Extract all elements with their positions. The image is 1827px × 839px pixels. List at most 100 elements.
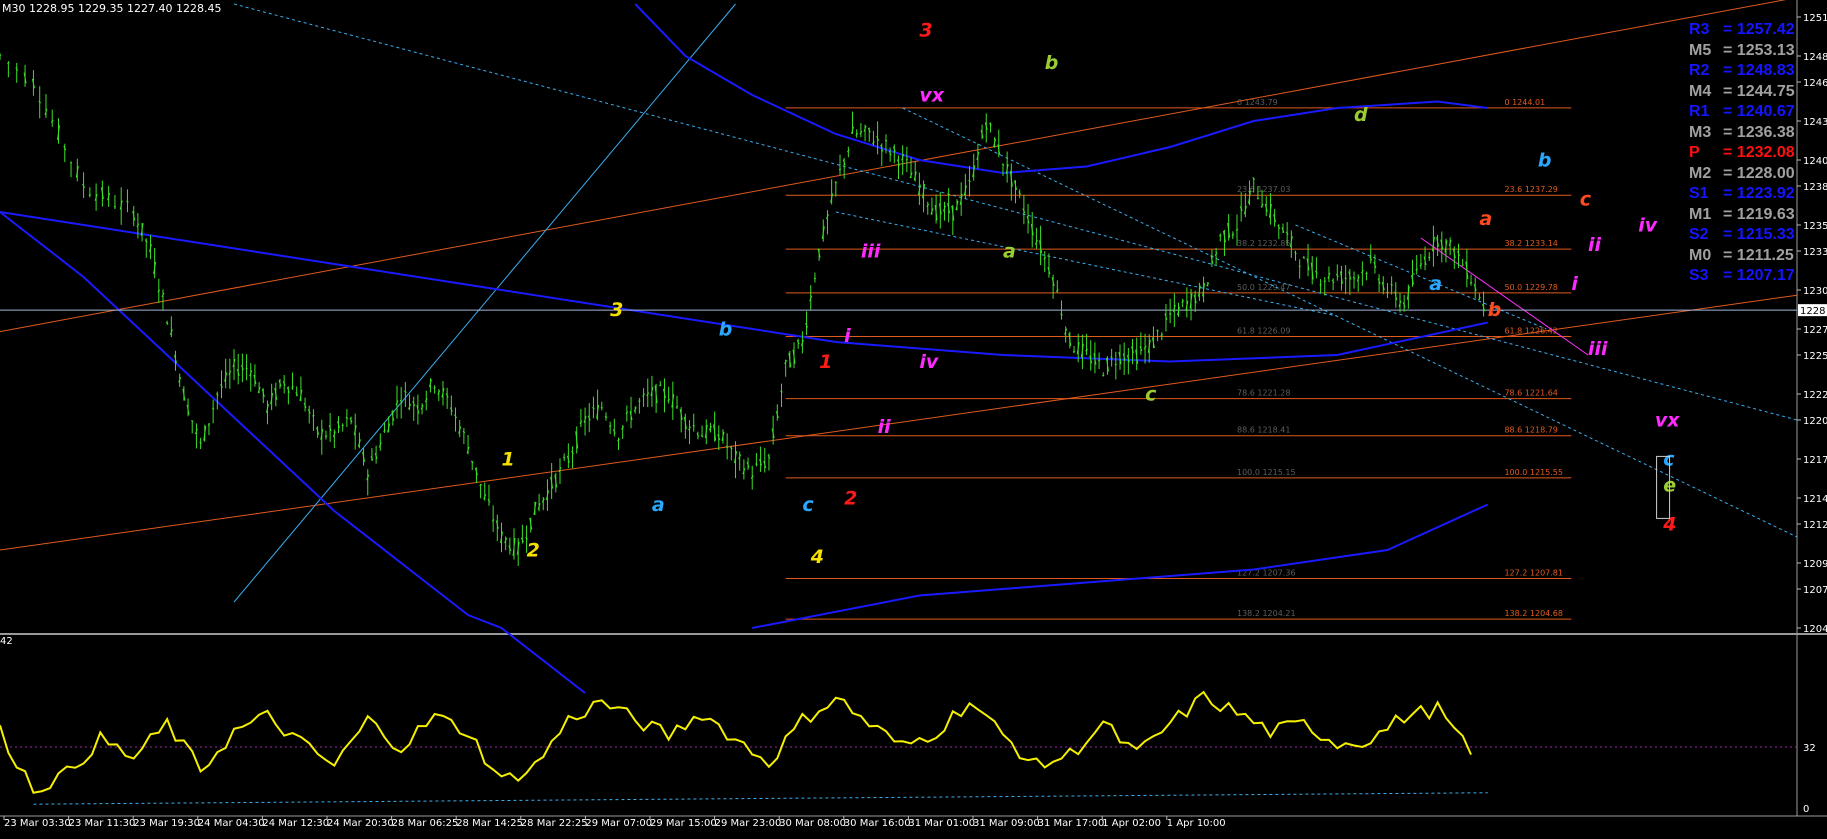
candle-body bbox=[1219, 234, 1222, 237]
candle-body bbox=[404, 390, 407, 394]
price-chart[interactable]: 1251124812461243124012381235123312301227… bbox=[0, 0, 1827, 839]
oscillator-trend-line bbox=[33, 792, 1488, 805]
y-tick-label: 1222 bbox=[1803, 390, 1827, 401]
pivot-name: P bbox=[1689, 144, 1700, 161]
x-tick-label: 23 Mar 03:30 bbox=[4, 818, 71, 829]
pivot-name: S3 bbox=[1689, 267, 1709, 284]
candle-body bbox=[1160, 333, 1164, 337]
x-tick-label: 28 Mar 22:25 bbox=[521, 818, 588, 829]
pivot-value: = 1223.92 bbox=[1723, 185, 1795, 202]
wave-label: a bbox=[1003, 241, 1016, 263]
wave-label: ii bbox=[1588, 234, 1602, 256]
candle-body bbox=[491, 519, 495, 522]
candle-body bbox=[1114, 363, 1118, 366]
candle-body bbox=[291, 386, 294, 389]
pivot-row: R1 = 1240.67 bbox=[1689, 102, 1819, 123]
candle-body bbox=[1469, 281, 1473, 284]
pivot-name: S1 bbox=[1689, 185, 1709, 202]
wave-label: vx bbox=[1655, 410, 1680, 432]
timeframe-label: M30 bbox=[2, 2, 26, 15]
candle-body bbox=[884, 139, 888, 142]
channel-line bbox=[902, 107, 1798, 538]
fib-level-label: 0 1244.01 bbox=[1504, 98, 1545, 107]
candle-body bbox=[211, 407, 215, 410]
candle-body bbox=[245, 367, 248, 370]
pivot-name: S2 bbox=[1689, 226, 1709, 243]
y-tick-label: 1204 bbox=[1803, 624, 1827, 635]
pivot-value: = 1257.42 bbox=[1723, 21, 1795, 38]
x-tick-label: 23 Mar 11:30 bbox=[69, 818, 136, 829]
wave-label: 2 bbox=[527, 540, 540, 562]
candle-body bbox=[834, 181, 837, 184]
candle-body bbox=[617, 438, 620, 442]
fib-level-label: 78.6 1221.64 bbox=[1504, 389, 1557, 398]
pivot-row: R2 = 1248.83 bbox=[1689, 61, 1819, 82]
pivot-row: M2 = 1228.00 bbox=[1689, 164, 1819, 185]
wave-label: a bbox=[1429, 273, 1442, 295]
wave-label: b bbox=[1488, 299, 1502, 321]
candle-body bbox=[345, 416, 349, 420]
candle-body bbox=[1235, 228, 1239, 232]
oscillator-tick-label: 32 bbox=[1803, 743, 1816, 754]
ohlc-values: 1228.95 1229.35 1227.40 1228.45 bbox=[29, 2, 222, 15]
candle-body bbox=[604, 415, 608, 419]
wave-label: d bbox=[1354, 104, 1368, 126]
wave-label: i bbox=[844, 325, 851, 347]
pivot-value: = 1236.38 bbox=[1723, 123, 1795, 141]
moving-average-line bbox=[752, 503, 1489, 629]
y-tick-label: 1207 bbox=[1803, 585, 1827, 596]
pivot-row: M1 = 1219.63 bbox=[1689, 205, 1819, 226]
candle-body bbox=[1415, 268, 1419, 271]
wave-label: 3 bbox=[610, 299, 623, 321]
wave-label: vx bbox=[919, 85, 944, 107]
candle-body bbox=[312, 414, 315, 417]
fib-level-label: 100.0 1215.55 bbox=[1504, 468, 1563, 477]
pivot-name: M2 bbox=[1689, 164, 1712, 182]
wave-label: iv bbox=[1638, 215, 1658, 237]
fib-level-label: 127.2 1207.81 bbox=[1504, 568, 1563, 577]
candle-body bbox=[562, 456, 566, 459]
x-tick-label: 28 Mar 14:25 bbox=[456, 818, 523, 829]
pivot-value: = 1228.00 bbox=[1723, 164, 1795, 182]
wave-label: 3 bbox=[919, 20, 932, 42]
oscillator-window-label: 42 bbox=[0, 636, 13, 647]
x-tick-label: 30 Mar 08:00 bbox=[779, 818, 846, 829]
x-tick-label: 29 Mar 15:00 bbox=[650, 818, 717, 829]
x-tick-label: 31 Mar 09:00 bbox=[973, 818, 1040, 829]
pivot-row: P = 1232.08 bbox=[1689, 143, 1819, 164]
pivot-value: = 1248.83 bbox=[1723, 62, 1795, 79]
x-tick-label: 1 Apr 10:00 bbox=[1167, 818, 1226, 829]
pivot-name: M4 bbox=[1689, 82, 1712, 100]
candle-body bbox=[324, 435, 328, 438]
wave-label: c bbox=[1580, 189, 1592, 211]
pivot-row: S2 = 1215.33 bbox=[1689, 225, 1819, 246]
y-tick-label: 1217 bbox=[1803, 455, 1827, 466]
candle-body bbox=[1102, 374, 1105, 377]
candle-body bbox=[1302, 257, 1306, 259]
price-marker-label: 1228 bbox=[1800, 306, 1825, 317]
wave-label: 1 bbox=[819, 351, 832, 373]
x-tick-label: 31 Mar 01:00 bbox=[908, 818, 975, 829]
wave-label: iii bbox=[1588, 338, 1608, 360]
candle-body bbox=[675, 405, 679, 408]
candle-body bbox=[989, 122, 992, 126]
pivot-value: = 1211.25 bbox=[1723, 246, 1794, 264]
candle-body bbox=[1097, 359, 1101, 362]
fib-level-label: 88.6 1218.79 bbox=[1504, 426, 1557, 435]
candle-body bbox=[1156, 329, 1159, 332]
candle-body bbox=[1060, 313, 1063, 316]
y-tick-label: 1225 bbox=[1803, 351, 1827, 362]
candle-body bbox=[462, 430, 466, 434]
fib-level-label-faint: 88.6 1218.41 bbox=[1237, 426, 1290, 435]
pivot-row: M3 = 1236.38 bbox=[1689, 123, 1819, 144]
wave-label: i bbox=[1571, 273, 1578, 295]
wave-label: 2 bbox=[844, 488, 857, 510]
fib-level-label-faint: 138.2 1204.21 bbox=[1237, 609, 1296, 618]
moving-average-line bbox=[0, 211, 586, 694]
y-tick-label: 1220 bbox=[1803, 416, 1827, 427]
candle-body bbox=[383, 429, 386, 432]
wave-label: b bbox=[1045, 52, 1059, 74]
candle-body bbox=[1072, 350, 1076, 353]
pivot-name: R1 bbox=[1689, 103, 1710, 120]
oscillator-line bbox=[0, 690, 1472, 794]
